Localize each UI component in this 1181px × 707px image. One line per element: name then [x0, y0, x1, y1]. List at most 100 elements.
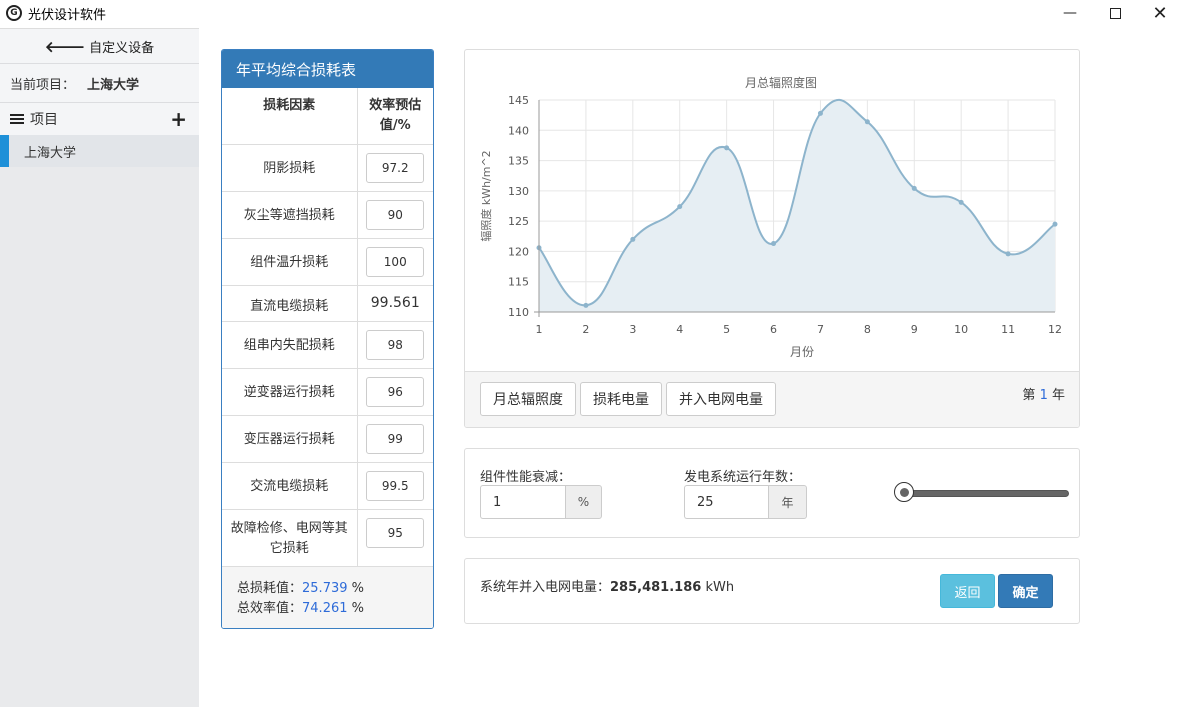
sidebar-item-label: 上海大学: [24, 145, 77, 161]
efficiency-input[interactable]: 98: [366, 329, 425, 360]
x-tick-label: 11: [1001, 323, 1015, 336]
efficiency-value: 99.561: [357, 285, 433, 322]
x-axis-title: 月份: [790, 345, 814, 359]
data-point: [817, 110, 823, 116]
tab-monthly-irradiance[interactable]: 月总辐照度: [480, 382, 576, 416]
table-row: 组串内失配损耗 98: [222, 321, 433, 369]
window-title: 光伏设计软件: [28, 7, 107, 23]
efficiency-input[interactable]: 96: [366, 376, 425, 407]
current-project-label: 当前项目：: [10, 77, 76, 93]
series-area: [539, 99, 1055, 312]
loss-factor: 变压器运行损耗: [222, 415, 358, 463]
x-tick-label: 5: [723, 323, 730, 336]
total-efficiency: 总效率值：74.261 %: [237, 599, 433, 619]
loss-table-panel: 年平均综合损耗表 损耗因素 效率预估值/% 阴影损耗 97.2 灰尘等遮挡损耗 …: [221, 49, 434, 629]
x-tick-label: 7: [817, 323, 824, 336]
efficiency-input[interactable]: 99: [366, 423, 425, 454]
years-input-group: 25 年: [684, 485, 807, 519]
table-row: 灰尘等遮挡损耗 90: [222, 191, 433, 239]
loss-factor: 直流电缆损耗: [222, 285, 358, 322]
degradation-label: 组件性能衰减：: [480, 470, 572, 485]
years-label: 发电系统运行年数：: [684, 470, 802, 485]
loss-factor: 组件温升损耗: [222, 238, 358, 286]
table-row: 交流电缆损耗 99.5: [222, 462, 433, 510]
custom-device-link[interactable]: 🡐 自定义设备: [0, 29, 199, 63]
x-tick-label: 4: [676, 323, 683, 336]
years-input[interactable]: 25: [684, 485, 768, 519]
confirm-button[interactable]: 确定: [998, 574, 1053, 608]
minimize-icon: —: [1063, 5, 1077, 21]
year-slider-track[interactable]: [905, 490, 1069, 497]
close-icon: ✕: [1152, 2, 1168, 24]
total-efficiency-label: 总效率值：: [237, 601, 303, 616]
chart-panel: 110 115 120 125 130 135 140 145 1 2 3 4 5 6 7 8 9 10 11 12 月…: [464, 49, 1080, 428]
data-point: [1052, 221, 1058, 227]
total-loss-value: 25.739: [302, 581, 348, 596]
efficiency-input[interactable]: 100: [366, 246, 425, 277]
x-tick-label: 1: [536, 323, 543, 336]
total-loss: 总损耗值：25.739 %: [237, 579, 433, 599]
year-slider-thumb[interactable]: [894, 482, 914, 502]
result-panel: 系统年并入电网电量：285,481.186 kWh 返回 确定: [464, 558, 1080, 624]
data-point: [630, 236, 636, 242]
table-row: 逆变器运行损耗 96: [222, 368, 433, 416]
close-button[interactable]: ✕: [1137, 0, 1181, 26]
degradation-input[interactable]: 1: [480, 485, 565, 519]
total-efficiency-value: 74.261: [302, 601, 348, 616]
x-tick-label: 3: [629, 323, 636, 336]
sidebar: 🡐 自定义设备 当前项目： 上海大学 项目 + 上海大学: [0, 28, 199, 707]
loss-factor: 逆变器运行损耗: [222, 368, 358, 416]
y-tick-label: 130: [508, 185, 529, 198]
data-point: [864, 119, 870, 125]
degradation-unit: %: [565, 485, 602, 519]
column-header-factor: 损耗因素: [222, 88, 358, 145]
project-section-header: 项目 +: [0, 103, 199, 135]
custom-device-label: 自定义设备: [89, 40, 155, 56]
chart-footer: 月总辐照度 损耗电量 并入电网电量 第 1 年: [465, 371, 1079, 427]
table-row: 阴影损耗 97.2: [222, 144, 433, 192]
grid-energy-value: 285,481.186: [610, 580, 702, 595]
irradiance-chart: 1101151201251301351401451 2 3 4 5 6 7 8 9 10 11 12月…: [479, 75, 1062, 359]
y-tick-label: 120: [508, 245, 529, 258]
add-project-icon[interactable]: +: [170, 109, 187, 129]
grid-energy-label: 系统年并入电网电量：: [480, 580, 611, 595]
table-row: 直流电缆损耗 99.561: [222, 285, 433, 322]
maximize-button[interactable]: [1092, 0, 1138, 26]
x-tick-label: 8: [864, 323, 871, 336]
column-header-efficiency: 效率预估值/%: [357, 88, 433, 145]
table-row: 变压器运行损耗 99: [222, 415, 433, 463]
year-suffix: 年: [1051, 388, 1065, 403]
loss-factor: 组串内失配损耗: [222, 321, 358, 369]
loss-factor: 灰尘等遮挡损耗: [222, 191, 358, 239]
loss-factor: 故障检修、电网等其它损耗: [222, 509, 358, 567]
year-value: 1: [1039, 388, 1048, 403]
arrow-left-icon: 🡐: [44, 37, 86, 56]
data-point: [911, 185, 917, 191]
list-icon: [10, 113, 24, 125]
x-tick-label: 9: [911, 323, 918, 336]
grid-energy-unit: kWh: [705, 580, 735, 595]
efficiency-input[interactable]: 97.2: [366, 152, 425, 183]
maximize-icon: [1109, 7, 1121, 19]
total-loss-unit: %: [351, 581, 365, 596]
minimize-button[interactable]: —: [1047, 0, 1093, 26]
data-point: [583, 302, 589, 308]
tab-grid-energy[interactable]: 并入电网电量: [666, 382, 776, 416]
efficiency-input[interactable]: 90: [366, 199, 425, 230]
loss-factor: 交流电缆损耗: [222, 462, 358, 510]
back-button[interactable]: 返回: [940, 574, 995, 608]
current-project-name: 上海大学: [87, 77, 140, 93]
y-tick-label: 115: [508, 276, 529, 289]
tab-loss-energy[interactable]: 损耗电量: [580, 382, 662, 416]
loss-summary: 总损耗值：25.739 % 总效率值：74.261 %: [222, 566, 433, 628]
efficiency-input[interactable]: 99.5: [366, 470, 425, 501]
y-tick-label: 140: [508, 124, 529, 137]
sidebar-item-project[interactable]: 上海大学: [0, 135, 199, 167]
efficiency-input[interactable]: 95: [366, 517, 425, 548]
y-tick-label: 125: [508, 215, 529, 228]
years-unit: 年: [768, 485, 807, 519]
x-tick-label: 2: [582, 323, 589, 336]
data-point: [771, 241, 777, 247]
data-point: [724, 145, 730, 151]
parameters-panel: 组件性能衰减： 1 % 发电系统运行年数： 25 年: [464, 448, 1080, 538]
